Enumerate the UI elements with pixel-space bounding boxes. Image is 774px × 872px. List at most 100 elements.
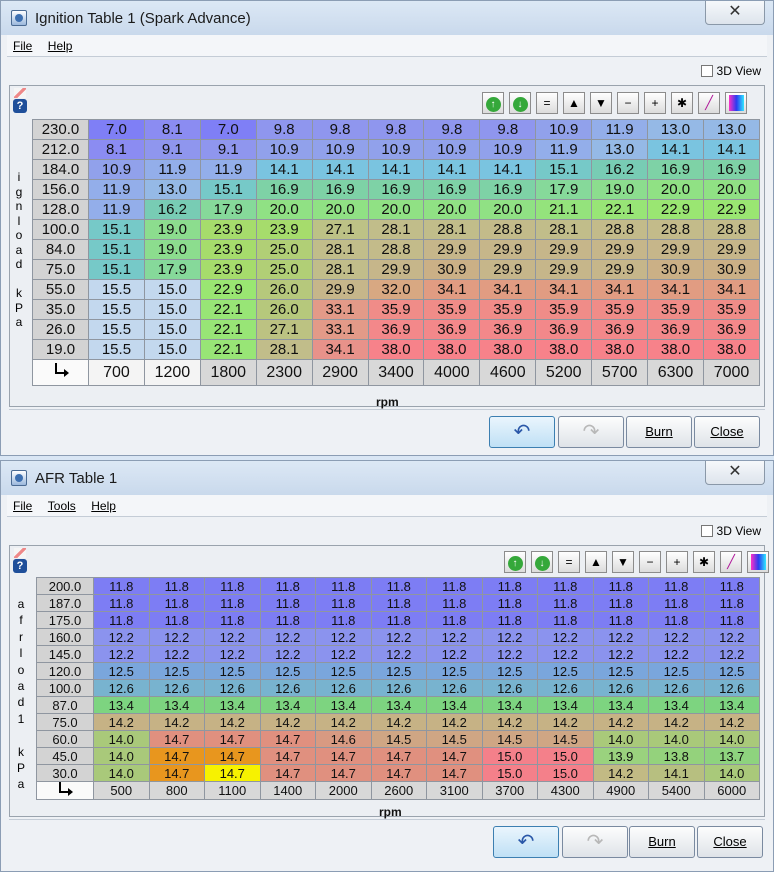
table-cell[interactable]: 14.5 <box>426 730 483 748</box>
table-cell[interactable]: 14.5 <box>537 730 594 748</box>
table-cell[interactable]: 38.0 <box>591 339 649 360</box>
edit-icon[interactable] <box>14 88 26 98</box>
table-cell[interactable]: 12.2 <box>148 628 205 646</box>
table-cell[interactable]: 29.9 <box>647 239 704 260</box>
table-cell[interactable]: 16.9 <box>367 179 425 200</box>
table-cell[interactable]: 12.6 <box>703 679 760 697</box>
title-bar[interactable]: AFR Table 1 ✕ <box>1 461 773 495</box>
x-axis-bin[interactable]: 2300 <box>255 359 313 386</box>
table-cell[interactable]: 13.8 <box>648 747 705 765</box>
x-axis-bin[interactable]: 2900 <box>311 359 369 386</box>
x-axis-bin[interactable]: 1100 <box>204 781 261 800</box>
table-cell[interactable]: 25.0 <box>255 239 313 260</box>
table-cell[interactable]: 14.2 <box>93 713 150 731</box>
table-cell[interactable]: 22.1 <box>199 339 257 360</box>
table-cell[interactable]: 14.2 <box>204 713 261 731</box>
table-cell[interactable]: 13.4 <box>93 696 150 714</box>
y-axis-bin[interactable]: 87.0 <box>36 696 94 714</box>
table-cell[interactable]: 12.6 <box>426 679 483 697</box>
table-cell[interactable]: 36.9 <box>647 319 704 340</box>
table-cell[interactable]: 33.1 <box>311 319 369 340</box>
table-cell[interactable]: 11.8 <box>370 577 427 595</box>
view-3d-toggle[interactable]: 3D View <box>700 524 761 538</box>
table-cell[interactable]: 12.5 <box>426 662 483 680</box>
y-axis-bin[interactable]: 35.0 <box>32 299 89 320</box>
table-cell[interactable]: 12.2 <box>703 628 760 646</box>
table-cell[interactable]: 11.8 <box>259 611 316 629</box>
redo-button[interactable]: ↷ <box>558 416 624 448</box>
table-cell[interactable]: 11.8 <box>370 594 427 612</box>
table-cell[interactable]: 22.1 <box>199 299 257 320</box>
burn-button[interactable]: Burn <box>629 826 695 858</box>
table-cell[interactable]: 29.9 <box>591 259 649 280</box>
table-cell[interactable]: 12.2 <box>648 645 705 663</box>
edit-icon[interactable] <box>14 548 26 558</box>
down-arrow-button[interactable]: ▼ <box>590 92 612 114</box>
table-cell[interactable]: 15.0 <box>537 747 594 765</box>
table-cell[interactable]: 9.8 <box>311 119 369 140</box>
x-axis-bin[interactable]: 6000 <box>703 781 760 800</box>
table-cell[interactable]: 11.9 <box>199 159 257 180</box>
table-cell[interactable]: 14.7 <box>315 747 372 765</box>
table-cell[interactable]: 14.2 <box>148 713 205 731</box>
table-cell[interactable]: 11.8 <box>537 611 594 629</box>
table-cell[interactable]: 12.2 <box>481 628 538 646</box>
table-cell[interactable]: 9.8 <box>255 119 313 140</box>
minus-button[interactable]: − <box>639 551 661 573</box>
plus-button[interactable]: + <box>644 92 666 114</box>
table-cell[interactable]: 13.0 <box>702 119 761 140</box>
y-axis-bin[interactable]: 156.0 <box>32 179 89 200</box>
table-cell[interactable]: 14.2 <box>592 764 649 782</box>
table-cell[interactable]: 11.9 <box>143 159 201 180</box>
table-cell[interactable]: 14.1 <box>702 139 761 160</box>
down-arrow-button[interactable]: ▼ <box>612 551 634 573</box>
color-button[interactable] <box>725 92 747 114</box>
table-cell[interactable]: 12.5 <box>648 662 705 680</box>
table-cell[interactable]: 11.8 <box>426 611 483 629</box>
table-cell[interactable]: 15.5 <box>88 339 145 360</box>
table-cell[interactable]: 23.9 <box>199 259 257 280</box>
table-cell[interactable]: 14.2 <box>370 713 427 731</box>
table-cell[interactable]: 34.1 <box>535 279 593 300</box>
table-cell[interactable]: 14.7 <box>204 730 261 748</box>
table-cell[interactable]: 11.9 <box>535 139 593 160</box>
table-cell[interactable]: 12.5 <box>592 662 649 680</box>
table-cell[interactable]: 14.0 <box>592 730 649 748</box>
table-cell[interactable]: 8.1 <box>143 119 201 140</box>
undo-button[interactable]: ↶ <box>493 826 559 858</box>
table-cell[interactable]: 14.7 <box>426 764 483 782</box>
table-cell[interactable]: 13.4 <box>370 696 427 714</box>
table-cell[interactable]: 12.2 <box>370 645 427 663</box>
decrease-button[interactable]: ↓ <box>531 551 553 573</box>
table-cell[interactable]: 21.1 <box>535 199 593 220</box>
table-cell[interactable]: 30.9 <box>702 259 761 280</box>
decrease-button[interactable]: ↓ <box>509 92 531 114</box>
table-cell[interactable]: 11.8 <box>592 594 649 612</box>
table-cell[interactable]: 29.9 <box>479 239 537 260</box>
table-cell[interactable]: 12.2 <box>370 628 427 646</box>
x-axis-bin[interactable]: 4000 <box>423 359 481 386</box>
table-cell[interactable]: 20.0 <box>702 179 761 200</box>
table-cell[interactable]: 11.8 <box>703 611 760 629</box>
table-cell[interactable]: 17.9 <box>535 179 593 200</box>
table-cell[interactable]: 14.7 <box>148 730 205 748</box>
table-cell[interactable]: 28.8 <box>479 219 537 240</box>
x-axis-bin[interactable]: 2600 <box>370 781 427 800</box>
x-axis-bin[interactable]: 800 <box>148 781 205 800</box>
table-cell[interactable]: 11.8 <box>204 611 261 629</box>
table-cell[interactable]: 12.2 <box>148 645 205 663</box>
table-cell[interactable]: 14.2 <box>481 713 538 731</box>
table-cell[interactable]: 38.0 <box>423 339 481 360</box>
table-cell[interactable]: 10.9 <box>88 159 145 180</box>
table-cell[interactable]: 11.9 <box>591 119 649 140</box>
table-cell[interactable]: 29.9 <box>423 239 481 260</box>
x-axis-bin[interactable]: 4600 <box>479 359 537 386</box>
table-cell[interactable]: 14.5 <box>370 730 427 748</box>
table-cell[interactable]: 12.5 <box>481 662 538 680</box>
y-axis-bin[interactable]: 55.0 <box>32 279 89 300</box>
table-cell[interactable]: 27.1 <box>311 219 369 240</box>
increase-button[interactable]: ↑ <box>504 551 526 573</box>
table-cell[interactable]: 12.5 <box>315 662 372 680</box>
help-icon[interactable]: ? <box>13 99 27 113</box>
table-cell[interactable]: 14.2 <box>592 713 649 731</box>
